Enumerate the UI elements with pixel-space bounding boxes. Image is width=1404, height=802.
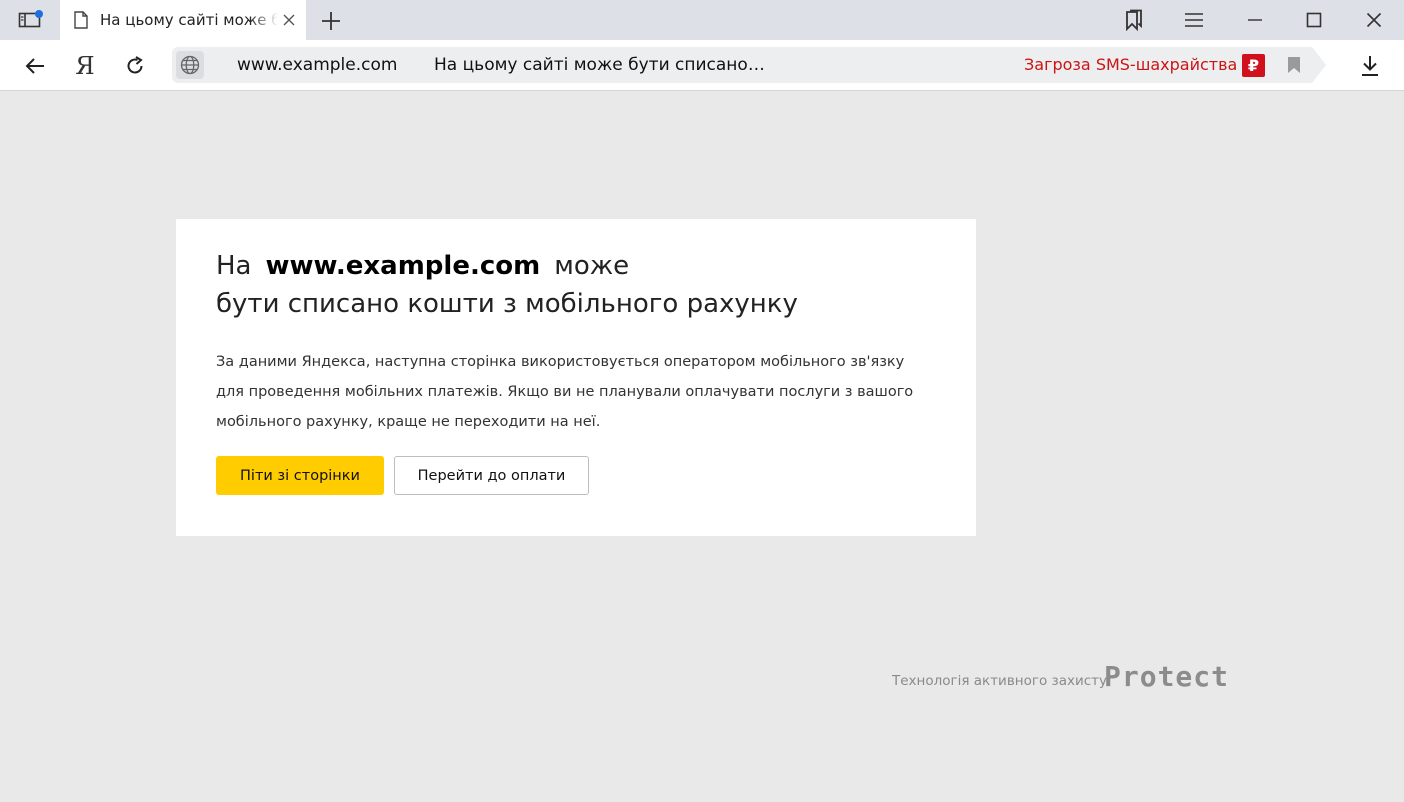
- warning-card: На www.example.com може бути списано кошти…: [176, 219, 976, 536]
- minimize-button[interactable]: [1238, 4, 1272, 36]
- protect-technology-label: Технологія активного захисту: [892, 673, 1108, 689]
- url-host: www.example.com: [237, 55, 398, 75]
- address-toolbar: Я www.example.com На цьому сайті може бу…: [0, 40, 1404, 91]
- globe-icon: [180, 55, 200, 75]
- tab-title: На цьому сайті може бути списано кошти: [100, 11, 278, 29]
- plus-icon: [322, 12, 340, 30]
- tabs-panel-button[interactable]: [12, 6, 48, 34]
- warning-description: За даними Яндекса, наступна сторінка вик…: [216, 354, 914, 430]
- maximize-button[interactable]: [1297, 4, 1331, 36]
- headline-host: www.example.com: [265, 251, 541, 281]
- close-icon: [1366, 12, 1382, 28]
- active-tab[interactable]: На цьому сайті може бути списано кошти: [60, 0, 306, 40]
- tab-close-icon[interactable]: [280, 11, 298, 29]
- page-title-in-address: На цьому сайті може бути списано…: [434, 55, 765, 75]
- protect-logo: Protect: [1104, 660, 1230, 693]
- menu-button[interactable]: [1177, 4, 1211, 36]
- notification-dot: [35, 10, 43, 18]
- warning-headline: На www.example.com може бути списано кошти…: [216, 247, 956, 323]
- hamburger-icon: [1185, 13, 1203, 27]
- bookmarks-icon: [1126, 9, 1142, 31]
- reload-icon: [127, 56, 143, 74]
- threat-warning-label[interactable]: Загроза SMS-шахрайства: [1024, 47, 1237, 83]
- yandex-home-button[interactable]: Я: [70, 51, 100, 81]
- proceed-to-payment-button[interactable]: Перейти до оплати: [394, 456, 589, 495]
- new-tab-button[interactable]: [318, 8, 344, 34]
- leave-page-button[interactable]: Піти зі сторінки: [216, 456, 384, 495]
- bookmark-icon[interactable]: [1287, 56, 1301, 74]
- yandex-logo: Я: [75, 52, 95, 80]
- downloads-button[interactable]: [1355, 51, 1385, 81]
- minimize-icon: [1248, 19, 1262, 21]
- headline-prefix: На: [216, 251, 252, 281]
- maximize-icon: [1306, 12, 1322, 28]
- headline-line2: бути списано кошти з мобільного рахунку: [216, 289, 798, 319]
- address-bar[interactable]: www.example.com На цьому сайті може бути…: [172, 47, 1312, 83]
- headline-middle: може: [554, 251, 630, 281]
- close-window-button[interactable]: [1357, 4, 1391, 36]
- collections-button[interactable]: [1117, 4, 1151, 36]
- site-info-button[interactable]: [176, 51, 204, 79]
- arrow-left-icon: [25, 58, 44, 74]
- back-button[interactable]: [20, 51, 50, 81]
- tab-strip: На цьому сайті може бути списано кошти: [0, 0, 1404, 40]
- ruble-warning-icon[interactable]: ₽: [1242, 54, 1265, 77]
- download-icon: [1362, 56, 1378, 76]
- address-bar-tail: [1312, 47, 1326, 83]
- reload-button[interactable]: [120, 51, 150, 81]
- page-icon: [74, 11, 90, 29]
